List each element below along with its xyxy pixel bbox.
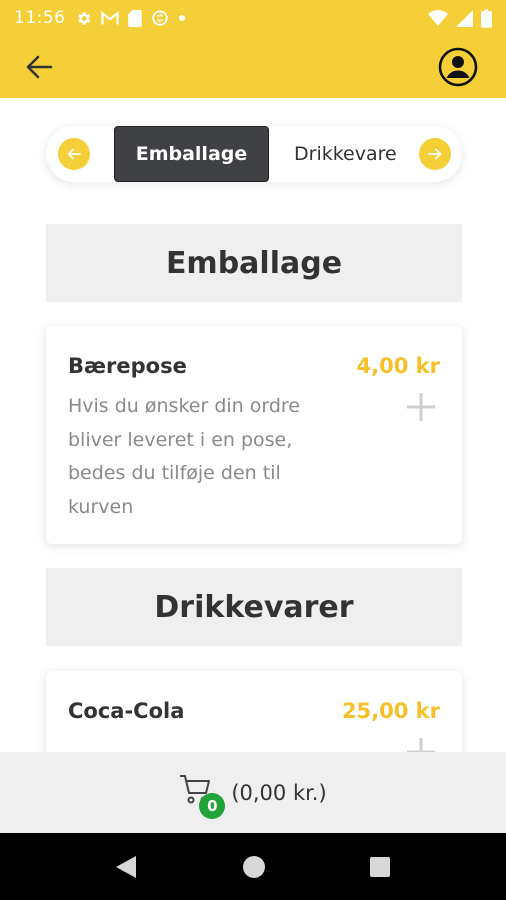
section-header: Drikkevarer [46,568,462,646]
status-left: 11:56 [14,8,186,28]
product-price: 25,00 kr [341,699,440,723]
nav-recents-button[interactable] [366,853,394,881]
section-header: Emballage [46,224,462,302]
sim-card-icon [127,9,142,27]
back-button[interactable] [22,50,56,84]
cart-bar[interactable]: 0 (0,00 kr.) [0,752,506,833]
add-to-cart-button[interactable] [406,737,436,752]
plus-icon [407,393,435,421]
cart-count-badge: 0 [199,792,226,819]
account-icon [438,47,478,87]
system-nav-bar [0,833,506,900]
square-recents-icon [370,857,390,877]
arrow-left-icon [26,55,53,79]
arrow-right-icon [428,148,442,160]
signal-icon [456,9,473,27]
dot-icon [178,15,185,21]
battery-icon [481,8,492,28]
gear-icon [77,11,90,25]
triangle-back-icon [116,856,136,878]
product-card[interactable]: Coca-Cola 25,00 kr [46,671,462,752]
menu-content[interactable]: Emballage Drikkevarer Emballage Bærepose… [0,98,506,752]
tab-emballage[interactable]: Emballage [114,126,269,182]
status-bar: 11:56 [0,0,506,36]
cart-button[interactable]: 0 [179,773,226,819]
gmail-icon [100,10,119,24]
product-name: Bærepose [68,354,187,378]
nav-home-button[interactable] [240,853,268,881]
status-right [428,8,492,28]
status-time: 11:56 [14,8,66,28]
wifi-icon [428,9,448,26]
cart-total: (0,00 kr.) [231,780,327,805]
product-description: Hvis du ønsker din ordre bliver leveret … [68,395,300,518]
add-to-cart-button[interactable] [406,392,436,422]
circle-home-icon [243,856,265,878]
product-card[interactable]: Bærepose 4,00 kr Hvis du ønsker din ordr… [46,326,462,544]
app-bar [0,36,506,98]
category-nav: Emballage Drikkevarer [46,126,462,182]
arrow-left-icon [67,148,81,160]
plus-icon [407,738,435,752]
category-prev-button[interactable] [58,138,90,170]
tab-drikkevarer[interactable]: Drikkevarer [294,126,396,182]
category-next-button[interactable] [419,138,451,170]
profile-button[interactable] [438,47,478,87]
nav-back-button[interactable] [112,853,140,881]
product-name: Coca-Cola [68,699,185,723]
product-price: 4,00 kr [356,354,440,378]
sync-icon [151,10,168,26]
